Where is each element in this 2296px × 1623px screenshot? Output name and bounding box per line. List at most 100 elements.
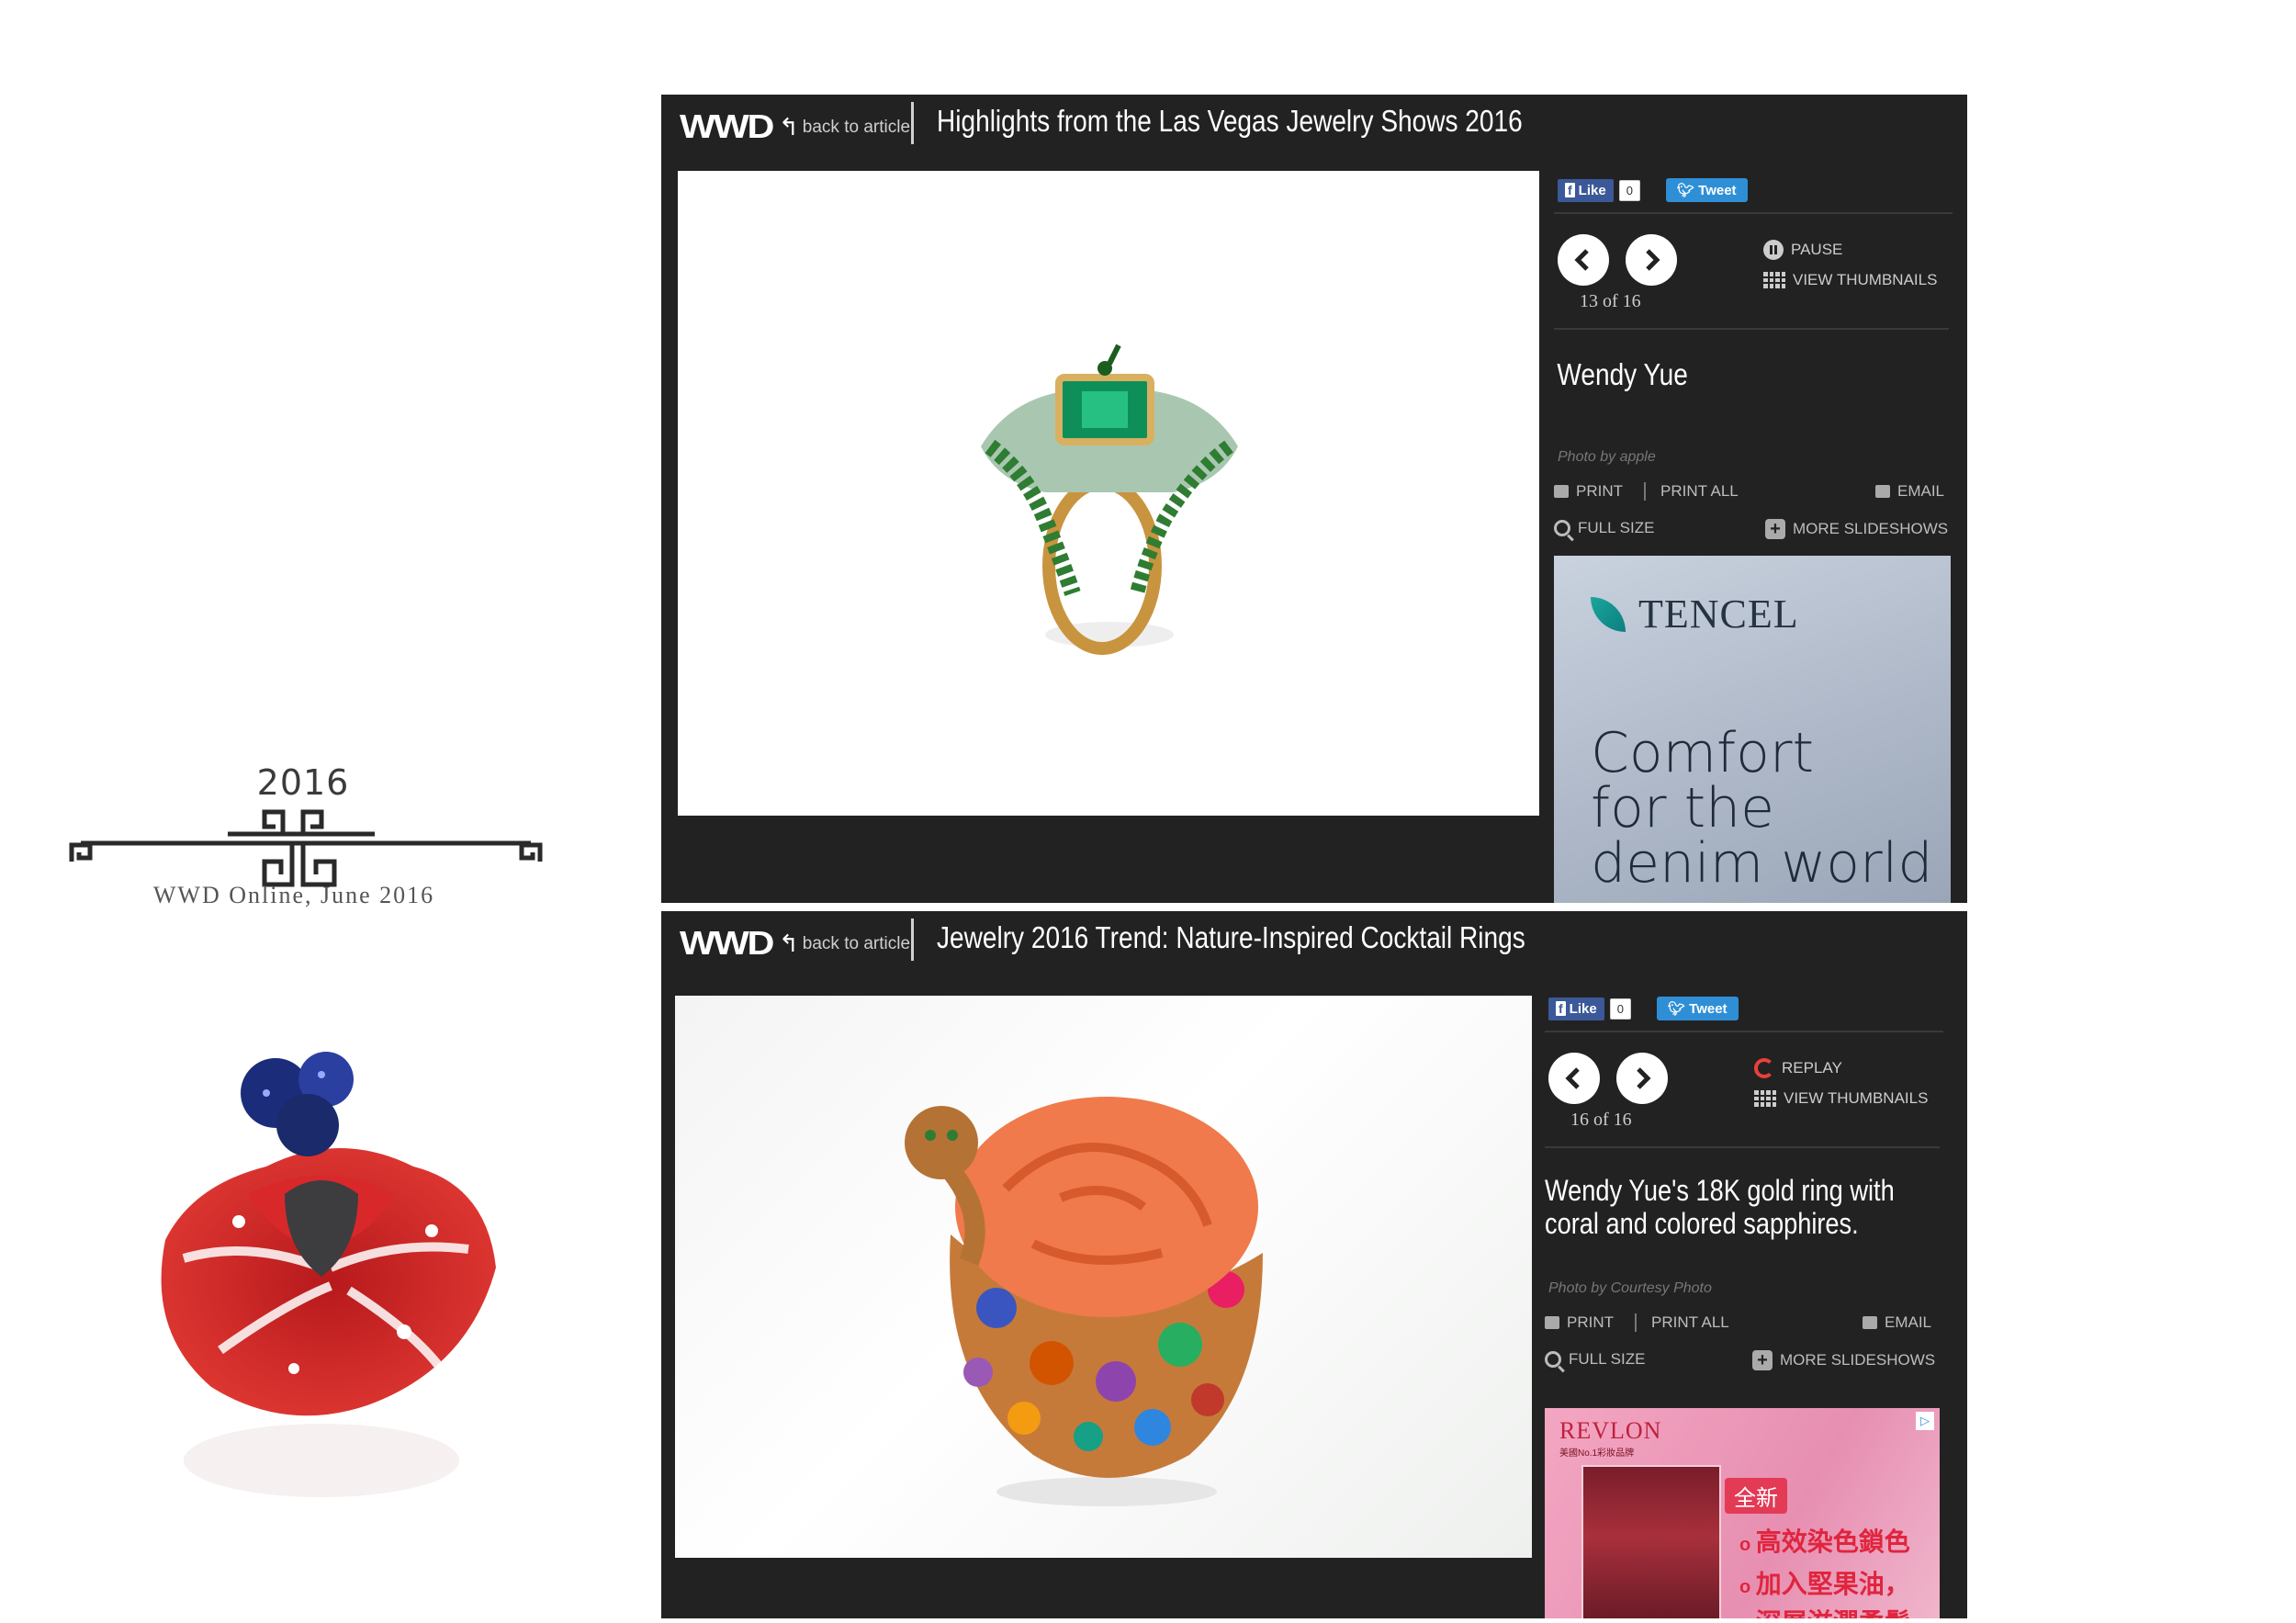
social-bar: f Like 0 🐦︎ Tweet [1545,986,1943,1032]
print-button[interactable]: PRINT [1554,482,1623,501]
email-button[interactable]: EMAIL [1875,482,1944,501]
slide-photo[interactable] [678,171,1539,816]
tweet-button[interactable]: 🐦︎ Tweet [1656,997,1739,1020]
twitter-icon: 🐦︎ [1667,1001,1685,1017]
view-thumbnails-label: VIEW THUMBNAILS [1793,271,1938,288]
next-slide-button[interactable] [1616,1053,1668,1104]
print-all-label: PRINT ALL [1660,482,1739,500]
plus-icon: + [1752,1350,1773,1370]
tagline-line-2: for the [1591,776,1775,840]
print-button[interactable]: PRINT [1545,1313,1614,1332]
printer-icon [1554,485,1569,498]
ad-line-2: 加入堅果油， [1739,1564,1910,1601]
twitter-icon: 🐦︎ [1676,183,1694,198]
header-divider [911,919,914,961]
facebook-icon: f [1565,183,1575,197]
more-slideshows-button[interactable]: + MORE SLIDESHOWS [1765,519,1948,539]
print-all-button[interactable]: PRINT ALL [1660,482,1739,501]
hair-color-box-image [1581,1465,1721,1618]
tencel-brand: TENCEL [1638,592,1799,637]
pause-button[interactable]: PAUSE [1763,240,1842,260]
emerald-ring-image [981,344,1238,655]
leaf-icon [1591,596,1626,632]
slide-photo[interactable] [675,996,1532,1558]
email-button[interactable]: EMAIL [1863,1313,1931,1332]
slide-actions: PRINT PRINT ALL EMAIL FULL SIZE + MORE S… [1545,1313,1943,1391]
chevron-left-icon [1565,1067,1580,1089]
tweet-button[interactable]: 🐦︎ Tweet [1665,178,1748,202]
tencel-ad[interactable]: TENCEL Comfort for the denim world [1554,556,1951,903]
social-bar: f Like 0 🐦︎ Tweet [1554,168,1953,214]
back-arrow-icon: ↰ [779,930,799,957]
slide-description: Wendy Yue's 18K gold ring with coral and… [1545,1174,1895,1240]
slideshow-panel-2: WWD ↰ back to article Jewelry 2016 Trend… [661,911,1967,1618]
facebook-like-button[interactable]: f Like [1548,997,1604,1020]
year-label: 2016 [256,762,350,803]
wwd-logo[interactable]: WWD [680,107,774,146]
facebook-like[interactable]: f Like 0 [1558,178,1640,202]
back-to-article-link[interactable]: ↰ back to article [779,113,910,141]
more-slideshows-button[interactable]: + MORE SLIDESHOWS [1752,1350,1935,1370]
print-all-label: PRINT ALL [1651,1313,1729,1331]
tagline-line-3: denim world [1591,831,1933,896]
pause-label: PAUSE [1791,241,1843,258]
slideshow-header: WWD ↰ back to article Jewelry 2016 Trend… [661,911,1967,985]
back-arrow-icon: ↰ [779,113,799,141]
slide-counter: 16 of 16 [1570,1110,1632,1130]
email-label: EMAIL [1885,1313,1932,1331]
tencel-logo: TENCEL [1591,591,1799,637]
next-slide-button[interactable] [1626,234,1677,286]
slideshow-header: WWD ↰ back to article Highlights from th… [661,95,1967,168]
chevron-left-icon [1574,249,1589,271]
slide-navigation: 16 of 16 REPLAY VIEW THUMBNAILS [1545,1032,1940,1148]
ad-choices-icon[interactable]: ▷ [1916,1412,1934,1430]
slideshow-title: Highlights from the Las Vegas Jewelry Sh… [937,104,1523,138]
header-divider [911,102,914,144]
action-divider [1644,482,1646,501]
coral-rose-ring-image [905,1097,1263,1506]
more-slideshows-label: MORE SLIDESHOWS [1780,1351,1936,1369]
greek-key-ornament [69,809,543,887]
view-thumbnails-button[interactable]: VIEW THUMBNAILS [1763,271,1937,289]
chevron-right-icon [1646,249,1660,271]
flower-ring-image [161,1052,497,1497]
email-label: EMAIL [1897,482,1945,500]
like-label: Like [1569,1000,1597,1017]
like-label: Like [1578,182,1606,198]
facebook-like-button[interactable]: f Like [1558,178,1614,202]
like-count: 0 [1609,997,1631,1020]
replay-button[interactable]: REPLAY [1754,1058,1842,1078]
photo-credit: Photo by apple [1558,449,1656,465]
tweet-label: Tweet [1698,183,1737,198]
chevron-right-icon [1637,1067,1651,1089]
pause-icon [1763,240,1784,260]
magnifier-icon [1545,1351,1561,1368]
print-all-button[interactable]: PRINT ALL [1651,1313,1729,1332]
grid-icon [1763,272,1785,288]
facebook-icon: f [1556,1001,1566,1016]
plus-icon: + [1765,519,1785,539]
revlon-brand: REVLON [1559,1417,1662,1444]
full-size-button[interactable]: FULL SIZE [1554,519,1654,537]
replay-icon [1754,1058,1774,1078]
more-slideshows-label: MORE SLIDESHOWS [1793,520,1949,537]
slideshow-sidebar: f Like 0 🐦︎ Tweet 13 of 16 PAUSE VIEW TH… [1554,168,1958,559]
previous-slide-button[interactable] [1558,234,1609,286]
back-to-article-link[interactable]: ↰ back to article [779,930,910,958]
back-to-article-label: back to article [802,933,911,953]
replay-label: REPLAY [1782,1059,1842,1076]
full-size-button[interactable]: FULL SIZE [1545,1350,1645,1369]
previous-slide-button[interactable] [1548,1053,1600,1104]
envelope-icon [1875,485,1890,498]
slideshow-sidebar: f Like 0 🐦︎ Tweet 16 of 16 REPLAY VIEW T… [1545,986,1949,1391]
new-badge: 全新 [1725,1478,1787,1514]
revlon-ad[interactable]: REVLON 美國No.1彩妝品牌 ▷ 全新 高效染色鎖色 加入堅果油， 深層滋… [1545,1408,1940,1618]
grid-icon [1754,1090,1776,1107]
print-label: PRINT [1567,1313,1614,1331]
back-to-article-label: back to article [802,117,911,137]
printer-icon [1545,1316,1559,1329]
facebook-like[interactable]: f Like 0 [1548,997,1631,1020]
view-thumbnails-button[interactable]: VIEW THUMBNAILS [1754,1089,1928,1108]
tagline-line-1: Comfort [1591,721,1815,785]
wwd-logo[interactable]: WWD [680,924,774,963]
